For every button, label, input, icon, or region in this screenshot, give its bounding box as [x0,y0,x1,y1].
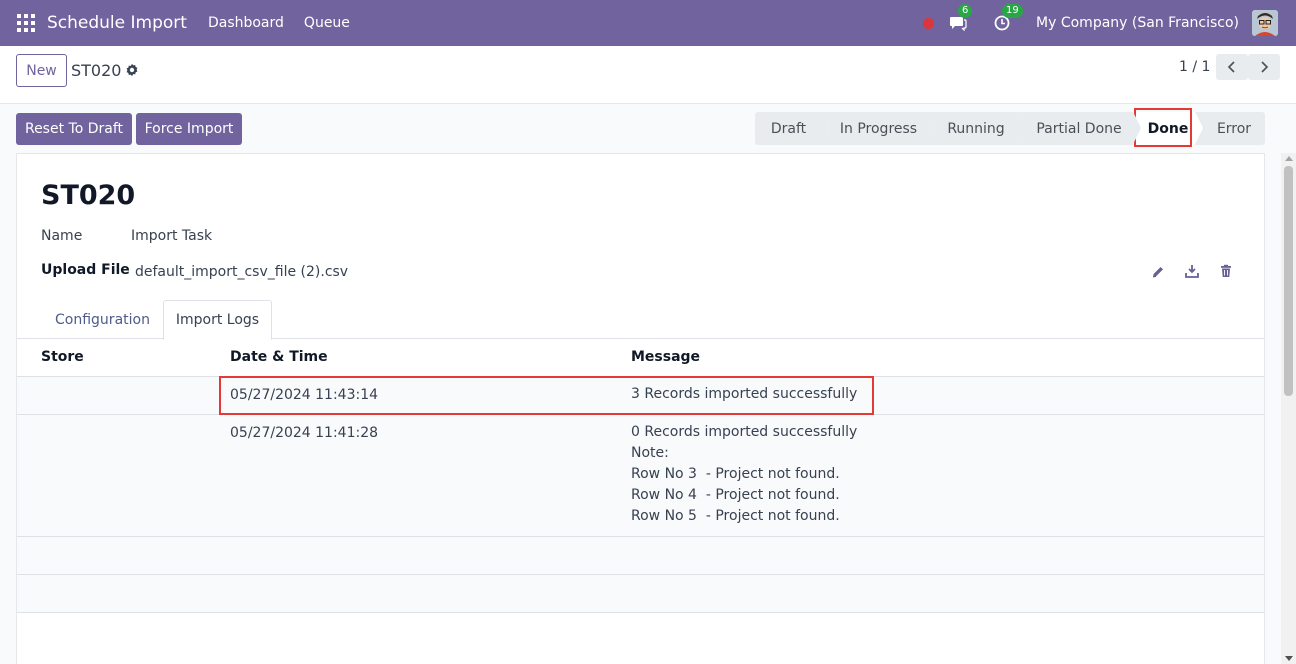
activities-clock-icon[interactable]: 19 [992,4,1023,33]
top-navbar: Schedule Import Dashboard Queue 6 19 My … [0,0,1296,46]
message-line: 3 Records imported successfully [631,386,858,402]
column-date-time[interactable]: Date & Time [230,349,328,365]
form-sheet: ST020 Name Import Task Upload File defau… [16,153,1265,664]
message-line: 0 Records imported successfully [631,424,858,440]
import-logs-table: Store Date & Time Message 05/27/2024 11:… [17,339,1264,613]
reset-to-draft-button[interactable]: Reset To Draft [16,113,132,145]
cell-message: 0 Records imported successfully Note: Ro… [631,422,857,527]
status-bar: Draft In Progress Running Partial Done D… [755,112,1265,145]
upload-file-value[interactable]: default_import_csv_file (2).csv [135,264,348,280]
table-header: Store Date & Time Message [17,339,1264,377]
messages-count-badge: 6 [958,4,973,18]
pager-previous-button[interactable] [1216,54,1248,80]
trash-icon[interactable] [1219,264,1233,278]
tab-configuration[interactable]: Configuration [43,300,162,339]
stage-draft[interactable]: Draft [755,112,830,145]
message-line: Row No 5 - Project not found. [631,508,840,524]
nav-queue[interactable]: Queue [304,15,350,31]
stage-partial-done[interactable]: Partial Done [1017,112,1141,145]
notebook-tabs: Configuration Import Logs [17,300,1264,340]
edit-pencil-icon[interactable] [1151,265,1165,279]
recording-indicator-icon[interactable] [923,17,935,29]
stage-error[interactable]: Error [1195,112,1265,145]
message-line: Note: [631,445,669,461]
table-row[interactable]: 05/27/2024 11:43:14 3 Records imported s… [17,377,1264,415]
new-button[interactable]: New [16,54,67,87]
user-avatar[interactable] [1252,10,1278,36]
apps-menu-icon[interactable] [17,14,35,32]
force-import-button[interactable]: Force Import [136,113,242,145]
record-title: ST020 [41,180,136,211]
stage-in-progress[interactable]: In Progress [822,112,935,145]
empty-table-row [17,575,1264,613]
scroll-down-arrow-icon[interactable] [1285,656,1293,661]
upload-file-label: Upload File [41,262,130,278]
page-scrollbar[interactable] [1281,153,1296,664]
chevron-right-icon [1261,61,1269,73]
name-label: Name [41,228,83,244]
column-message[interactable]: Message [631,349,700,365]
nav-dashboard[interactable]: Dashboard [208,15,284,31]
activities-count-badge: 19 [1002,4,1023,18]
stage-done[interactable]: Done [1133,112,1203,145]
name-value[interactable]: Import Task [131,228,212,244]
message-line: Row No 3 - Project not found. [631,466,840,482]
messages-icon[interactable]: 6 [948,4,973,33]
breadcrumb: ST020 [71,61,122,80]
pager-value[interactable]: 1 / 1 [1179,59,1210,75]
message-line: Row No 4 - Project not found. [631,487,840,503]
scroll-thumb[interactable] [1284,166,1293,396]
control-panel: New ST020 1 / 1 [0,46,1296,104]
scroll-up-arrow-icon[interactable] [1285,156,1293,161]
column-store[interactable]: Store [41,349,84,365]
cell-message: 3 Records imported successfully [631,384,857,405]
stage-running[interactable]: Running [927,112,1025,145]
company-switcher[interactable]: My Company (San Francisco) [1036,15,1239,31]
tab-import-logs[interactable]: Import Logs [163,300,272,340]
cell-datetime: 05/27/2024 11:43:14 [230,387,379,403]
table-row[interactable]: 05/27/2024 11:41:28 0 Records imported s… [17,415,1264,537]
pager-next-button[interactable] [1248,54,1280,80]
chevron-left-icon [1227,61,1235,73]
gear-icon[interactable] [125,63,139,77]
empty-table-row [17,537,1264,575]
download-icon[interactable] [1185,264,1199,278]
app-title[interactable]: Schedule Import [47,13,187,33]
cell-datetime: 05/27/2024 11:41:28 [230,425,379,441]
